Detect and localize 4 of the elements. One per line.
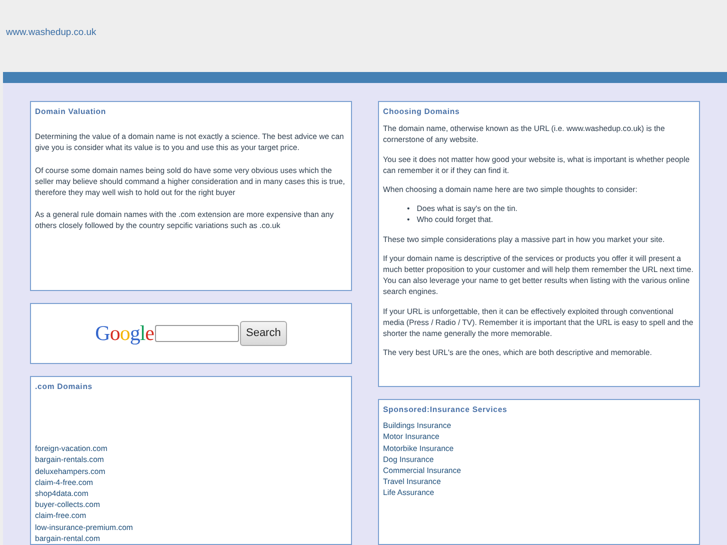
site-link[interactable]: www.washedup.co.uk xyxy=(6,26,96,37)
search-button[interactable]: Search xyxy=(240,321,287,346)
search-field[interactable] xyxy=(154,325,239,342)
search-logo: Google xyxy=(95,323,154,344)
